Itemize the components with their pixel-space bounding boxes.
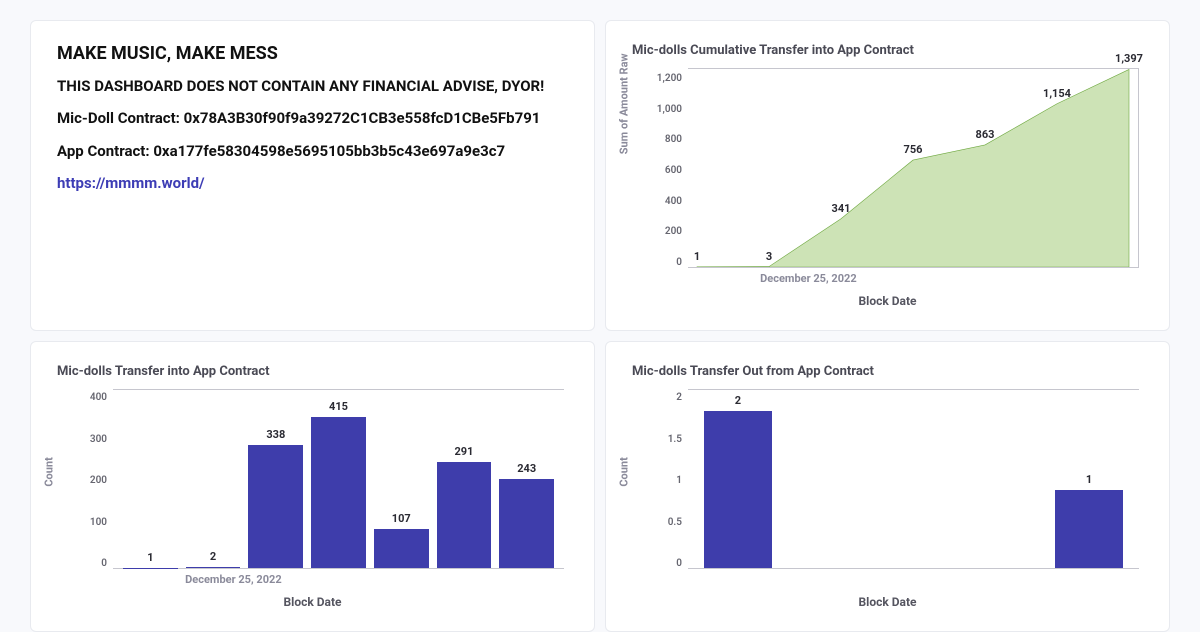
y-tick: 0.5 [668,517,682,528]
bar [248,445,303,568]
x-tick: December 25, 2022 [185,573,282,586]
bar-slot: 2 [694,390,782,568]
y-tick: 0 [676,257,682,268]
y-tick: 1,000 [657,104,682,115]
y-tick: 200 [90,475,107,486]
chart-title: Mic-dolls Transfer into App Contract [57,364,568,379]
micdoll-contract: Mic-Doll Contract: 0x78A3B30f90f9a39272C… [57,108,568,128]
data-label: 3 [766,250,772,263]
bar [1055,490,1123,568]
x-tick: December 25, 2022 [760,272,857,285]
bar-slot: 338 [244,390,307,568]
data-label: 107 [392,512,411,525]
y-tick: 1 [676,475,682,486]
y-tick: 1,200 [657,73,682,84]
plot-area: 1 2 338 415 107 291 243 [113,389,564,569]
data-label: 2 [735,394,741,407]
bar-slot: 2 [182,390,245,568]
bar [437,462,492,568]
y-tick: 0 [676,558,682,569]
y-axis-label: Sum of Amount Raw [618,53,631,154]
bar-slot: 1 [119,390,182,568]
y-tick: 1.5 [668,434,682,445]
bar-chart: Count 0100200300400 12338415107291243 De… [57,389,568,589]
y-tick: 100 [90,517,107,528]
x-axis-label: Block Date [632,595,1143,609]
data-label: 338 [266,428,285,441]
y-axis-ticks: 0 200 400 600 800 1,000 1,200 [650,68,686,268]
y-tick: 400 [665,196,682,207]
info-card: MAKE MUSIC, MAKE MESS THIS DASHBOARD DOE… [30,20,595,331]
bar-slot [870,390,958,568]
x-axis-label: Block Date [57,595,568,609]
data-label: 756 [904,143,923,156]
y-tick: 300 [90,434,107,445]
cumulative-chart-card: Mic-dolls Cumulative Transfer into App C… [605,20,1170,331]
y-tick: 800 [665,134,682,145]
bar-slot: 243 [495,390,558,568]
transfer-out-chart-card: Mic-dolls Transfer Out from App Contract… [605,341,1170,632]
app-contract: App Contract: 0xa177fe58304598e5695105bb… [57,141,568,161]
y-tick: 2 [676,392,682,403]
bar-slot: 1 [1045,390,1133,568]
bar-slot: 291 [433,390,496,568]
y-axis-ticks: 0 100 200 300 400 [75,389,111,569]
data-label: 341 [832,202,851,215]
area-chart: Sum of Amount Raw 02004006008001,0001,20… [632,68,1143,288]
data-label: 415 [329,400,348,413]
y-tick: 200 [665,226,682,237]
disclaimer-text: THIS DASHBOARD DOES NOT CONTAIN ANY FINA… [57,76,568,96]
dashboard-title: MAKE MUSIC, MAKE MESS [57,43,568,64]
external-link[interactable]: https://mmmm.world/ [57,174,205,192]
data-label: 243 [517,462,536,475]
data-label: 1,397 [1115,52,1143,65]
y-tick: 600 [665,165,682,176]
bar-slot: 107 [370,390,433,568]
y-tick: 0 [101,558,107,569]
y-axis-label: Count [43,457,56,486]
data-label: 1,154 [1043,87,1071,100]
plot-area: 21 [688,389,1139,569]
data-label: 1 [147,551,153,564]
x-axis-label: Block Date [632,294,1143,308]
data-label: 1 [1086,473,1092,486]
bar-chart: Count 00.511.52 21 [632,389,1143,589]
transfer-in-chart-card: Mic-dolls Transfer into App Contract Cou… [30,341,595,632]
chart-title: Mic-dolls Cumulative Transfer into App C… [632,43,1143,58]
bar [311,417,366,568]
bar [374,529,429,568]
data-label: 1 [694,250,700,263]
bar [499,479,554,568]
y-axis-ticks: 0 0.5 1 1.5 2 [650,389,686,569]
data-label: 291 [454,445,473,458]
y-tick: 400 [90,392,107,403]
data-label: 2 [210,550,216,563]
bar-slot [957,390,1045,568]
plot-area: 133417568631,1541,397 [688,68,1139,268]
data-label: 863 [976,128,995,141]
bar [186,567,241,568]
bar-slot [782,390,870,568]
bar-slot: 415 [307,390,370,568]
chart-title: Mic-dolls Transfer Out from App Contract [632,364,1143,379]
bar [704,411,772,568]
y-axis-label: Count [618,457,631,486]
